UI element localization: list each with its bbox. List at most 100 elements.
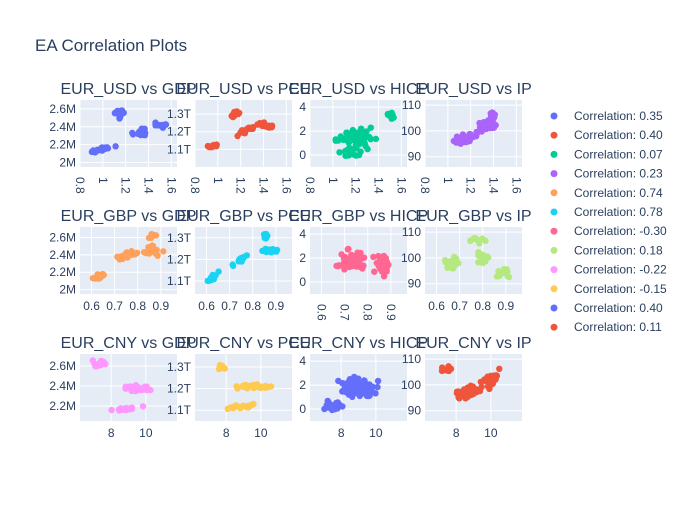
legend-item[interactable]: Correlation: 0.07 — [550, 147, 664, 161]
scatter-point — [478, 383, 485, 391]
scatter-point — [341, 266, 348, 273]
x-tick-label: 1.2 — [234, 177, 248, 194]
x-tick-label: 1.4 — [256, 177, 270, 194]
y-tick-label: 1.2T — [167, 252, 192, 266]
correlation-plots-svg: EA Correlation Plots 0.8 1 1.2 1.4 1.6 2M 2.2M… — [35, 36, 668, 440]
x-tick-label: 1 — [441, 177, 455, 184]
scatter-point — [241, 403, 249, 410]
subplots: 0.8 1 1.2 1.4 1.62M2.2M2.4M2.6MEUR_USD vs GD… — [49, 81, 531, 440]
legend-item[interactable]: Correlation: 0.35 — [550, 109, 664, 123]
legend-item[interactable]: Correlation: 0.78 — [550, 205, 664, 219]
scatter-point — [349, 256, 356, 263]
y-tick-label: 1.2T — [167, 382, 192, 396]
x-tick-label: 0.6 — [315, 304, 329, 321]
legend-item[interactable]: Correlation: 0.40 — [550, 128, 664, 142]
legend-label: Correlation: 0.74 — [574, 186, 663, 200]
legend-label: Correlation: 0.35 — [574, 109, 663, 123]
scatter-point — [374, 377, 382, 385]
scatter-point — [89, 357, 97, 364]
scatter-point — [138, 125, 145, 132]
y-tick-label: 1.3T — [167, 107, 192, 121]
legend-item[interactable]: Correlation: -0.22 — [550, 263, 668, 277]
scatter-point — [481, 121, 488, 128]
x-tick-label: 0.6 — [83, 299, 100, 313]
y-tick-label: 2 — [299, 124, 306, 138]
x-tick-label: 0.7 — [106, 299, 123, 313]
scatter-point — [457, 140, 464, 147]
scatter-point — [131, 251, 139, 258]
y-tick-label: 1.3T — [167, 231, 192, 245]
scatter-point — [479, 235, 486, 242]
legend-item[interactable]: Correlation: 0.18 — [550, 243, 664, 257]
x-tick-label: 10 — [484, 426, 498, 440]
scatter-point — [371, 268, 378, 275]
y-tick-label: 0 — [299, 275, 306, 289]
scatter-point — [126, 251, 133, 258]
legend-label: Correlation: -0.30 — [574, 224, 667, 238]
legend-marker — [550, 304, 558, 312]
legend-label: Correlation: 0.78 — [574, 205, 663, 219]
x-tick-label: 0.8 — [244, 299, 261, 313]
scatter-point — [354, 136, 361, 144]
y-tick-label: 2.6M — [49, 359, 76, 373]
scatter-point — [490, 377, 497, 384]
legend-marker — [550, 285, 558, 293]
scatter-point — [229, 261, 236, 268]
scatter-point — [489, 122, 496, 129]
y-tick-label: 2.4M — [49, 120, 76, 134]
y-tick-label: 2.6M — [49, 230, 76, 244]
x-tick-label: 0.7 — [338, 304, 352, 321]
scatter-point — [464, 393, 471, 400]
scatter-point — [367, 136, 374, 143]
scatter-point — [344, 246, 351, 253]
x-tick-label: 0.8 — [361, 304, 375, 321]
scatter-point — [160, 248, 167, 255]
y-tick-label: 100 — [401, 378, 421, 392]
y-tick-label: 1.1T — [167, 142, 192, 156]
y-tick-label: 2.6M — [49, 102, 76, 116]
y-tick-label: 4 — [299, 354, 306, 368]
legend-item[interactable]: Correlation: -0.15 — [550, 282, 668, 296]
subplot-title: EUR_CNY vs HICP — [289, 335, 428, 352]
legend-label: Correlation: 0.18 — [574, 243, 663, 257]
x-tick-label: 0.6 — [198, 299, 215, 313]
x-tick-label: 0.8 — [73, 177, 87, 194]
x-tick-label: 10 — [369, 426, 383, 440]
scatter-point — [464, 138, 472, 145]
scatter-point — [328, 406, 336, 414]
x-tick-label: 1.6 — [279, 177, 293, 194]
scatter-point — [132, 382, 140, 389]
legend-item[interactable]: Correlation: 0.74 — [550, 186, 664, 200]
scatter-point — [360, 262, 367, 269]
subplot-12: 8 10 90 100 110EUR_CNY vs IP — [401, 335, 532, 440]
subplot-title: EUR_CNY vs IP — [415, 335, 531, 352]
scatter-point — [336, 149, 343, 156]
x-tick-label: 1.6 — [394, 177, 408, 194]
legend-marker — [550, 323, 558, 331]
x-tick-label: 10 — [139, 426, 153, 440]
legend-item[interactable]: Correlation: 0.23 — [550, 167, 664, 181]
scatter-point — [98, 358, 105, 366]
x-tick-label: 8 — [108, 426, 115, 440]
y-tick-label: 1.3T — [167, 360, 192, 374]
subplot-8: 0.6 0.7 0.8 0.9 90 100 110EUR_GBP vs IP — [401, 208, 532, 313]
x-tick-label: 0.8 — [188, 177, 202, 194]
x-tick-label: 0.9 — [384, 304, 398, 321]
scatter-point — [354, 390, 362, 397]
scatter-point — [346, 376, 354, 383]
legend-marker — [550, 189, 558, 197]
scatter-point — [504, 273, 511, 280]
x-tick-label: 0.8 — [303, 177, 317, 194]
x-tick-label: 0.7 — [221, 299, 238, 313]
y-tick-label: 90 — [408, 404, 422, 418]
y-tick-label: 110 — [402, 352, 421, 366]
scatter-point — [249, 124, 257, 131]
legend-item[interactable]: Correlation: -0.30 — [550, 224, 668, 238]
y-tick-label: 100 — [401, 124, 421, 138]
legend-item[interactable]: Correlation: 0.40 — [550, 301, 664, 315]
scatter-point — [353, 377, 360, 385]
scatter-point — [372, 390, 379, 397]
legend-item[interactable]: Correlation: 0.11 — [550, 320, 663, 334]
y-tick-label: 1.1T — [167, 274, 192, 288]
y-tick-label: 90 — [408, 150, 422, 164]
